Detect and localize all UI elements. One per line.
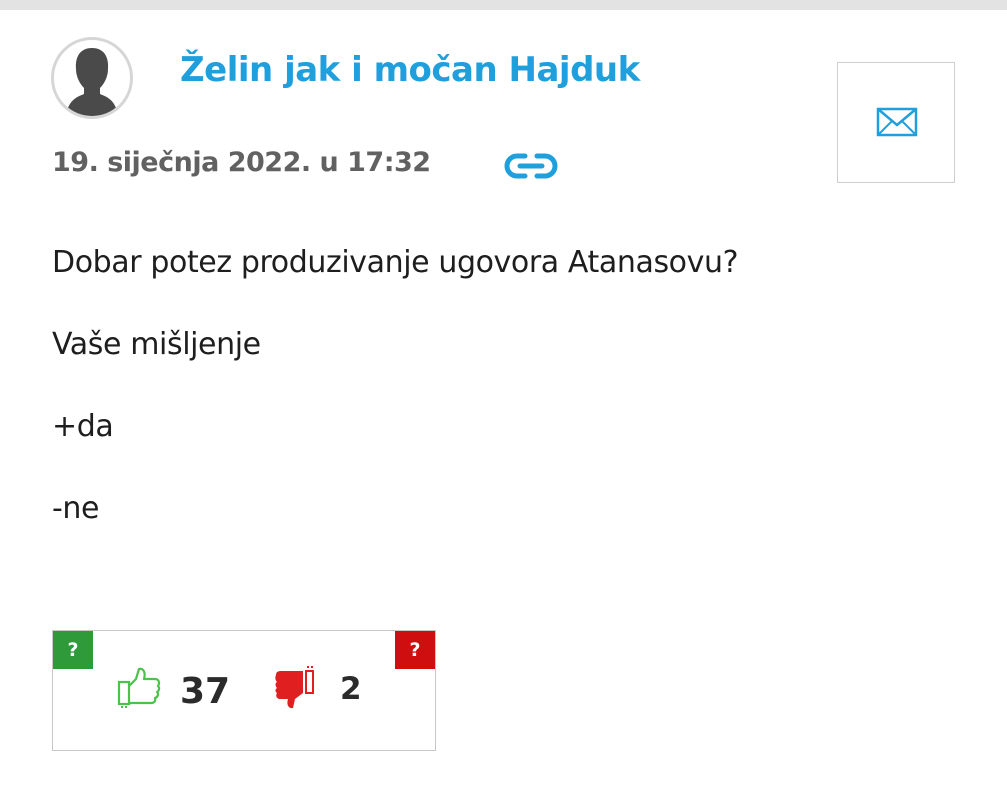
- send-message-button[interactable]: [837, 62, 955, 183]
- permalink-button[interactable]: [503, 151, 559, 185]
- thumbs-down-icon: [275, 666, 314, 709]
- author-name-link[interactable]: Želin jak i močan Hajduk: [180, 50, 640, 90]
- post-line: Dobar potez produzivanje ugovora Atanaso…: [52, 245, 739, 280]
- post-line: Vaše mišljenje: [52, 327, 261, 362]
- post-timestamp: 19. siječnja 2022. u 17:32: [52, 147, 431, 178]
- downvote-count: 2: [340, 671, 362, 707]
- user-silhouette-icon: [66, 48, 118, 116]
- downvote-help-button[interactable]: ?: [395, 631, 435, 669]
- post-line: -ne: [52, 491, 100, 526]
- downvote-button[interactable]: [273, 665, 319, 713]
- post-body: Dobar potez produzivanje ugovora Atanaso…: [52, 244, 952, 572]
- upvote-help-button[interactable]: ?: [53, 631, 93, 669]
- link-icon: [504, 153, 558, 179]
- envelope-icon: [876, 107, 918, 137]
- upvote-button[interactable]: [117, 665, 163, 713]
- vote-panel: ? ? 37 2: [52, 630, 436, 751]
- top-divider-bar: [0, 0, 1007, 10]
- thumbs-up-icon: [117, 667, 161, 708]
- avatar[interactable]: [51, 37, 133, 119]
- upvote-count: 37: [180, 671, 231, 712]
- post-line: +da: [52, 409, 114, 444]
